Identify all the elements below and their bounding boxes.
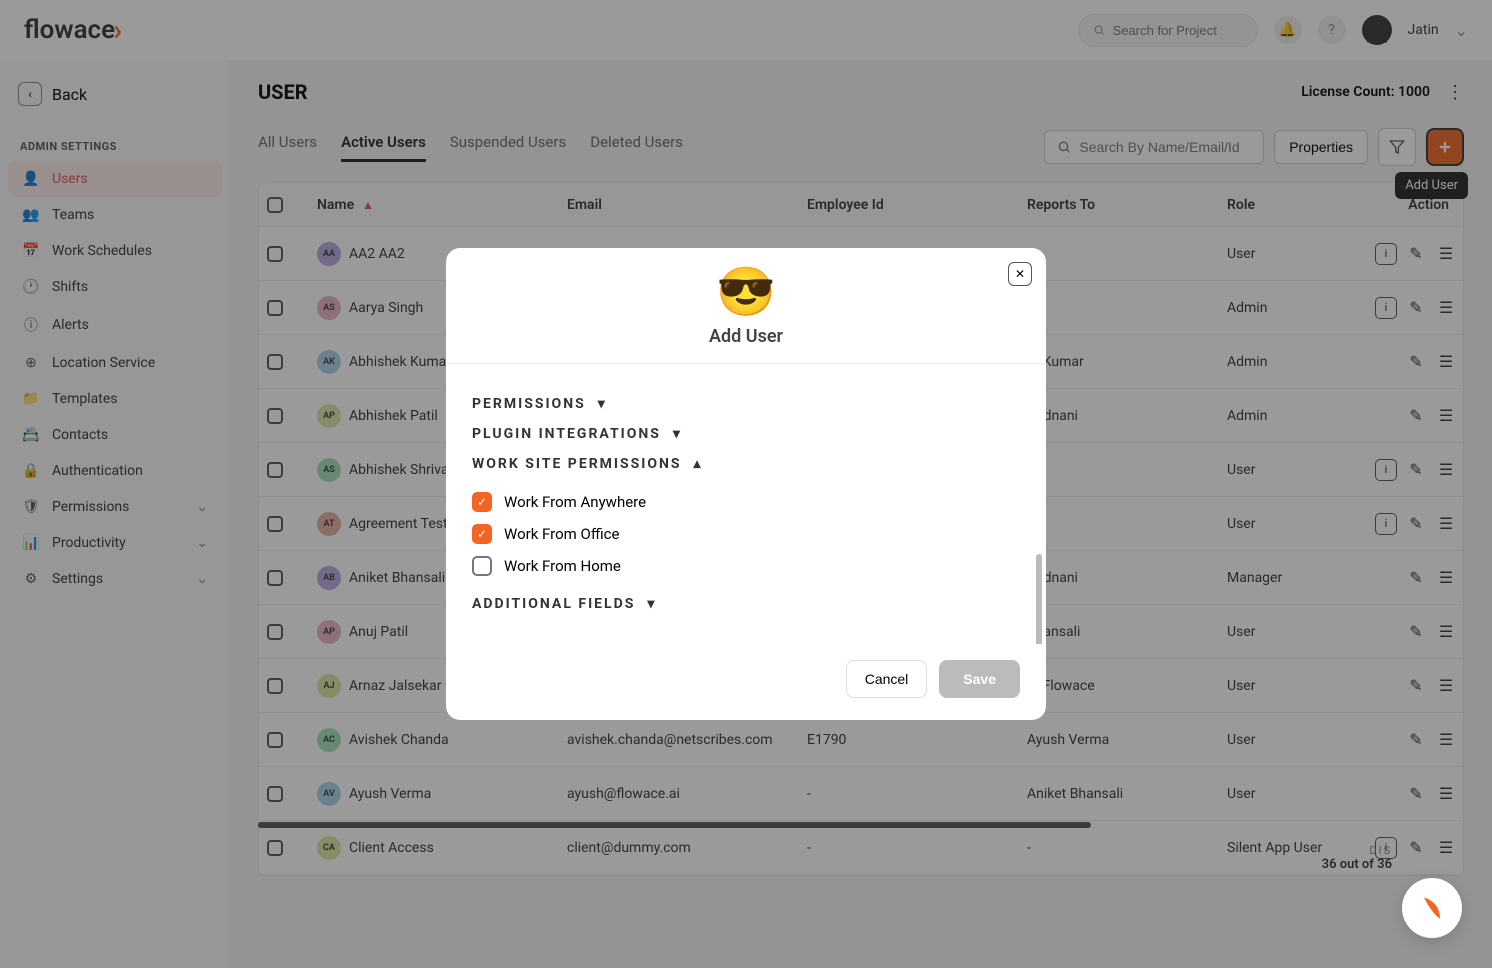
- modal-close-button[interactable]: ✕: [1008, 262, 1032, 286]
- caret-down-icon: ▾: [647, 596, 656, 612]
- caret-up-icon: ▴: [694, 456, 703, 472]
- checkbox-label: Work From Office: [504, 525, 619, 543]
- worksite-option[interactable]: Work From Home: [472, 550, 1020, 582]
- modal-scrollbar[interactable]: [1036, 554, 1042, 644]
- caret-down-icon: ▾: [598, 396, 607, 412]
- worksite-option[interactable]: ✓ Work From Office: [472, 518, 1020, 550]
- modal-overlay: ✕ 😎 Add User PERMISSIONS ▾ PLUGIN INTEGR…: [0, 0, 1492, 968]
- worksite-option[interactable]: ✓ Work From Anywhere: [472, 486, 1020, 518]
- cool-emoji-icon: 😎: [446, 268, 1046, 316]
- modal-title: Add User: [446, 326, 1046, 347]
- section-additional[interactable]: ADDITIONAL FIELDS ▾: [472, 596, 1020, 612]
- section-plugins[interactable]: PLUGIN INTEGRATIONS ▾: [472, 426, 1020, 442]
- section-worksite[interactable]: WORK SITE PERMISSIONS ▴: [472, 456, 1020, 472]
- section-permissions[interactable]: PERMISSIONS ▾: [472, 396, 1020, 412]
- caret-down-icon: ▾: [673, 426, 682, 442]
- save-button[interactable]: Save: [939, 660, 1020, 698]
- checkbox[interactable]: [472, 556, 492, 576]
- checkbox[interactable]: ✓: [472, 492, 492, 512]
- checkbox-label: Work From Anywhere: [504, 493, 646, 511]
- chat-widget[interactable]: [1402, 878, 1462, 938]
- cancel-button[interactable]: Cancel: [846, 660, 928, 698]
- add-user-modal: ✕ 😎 Add User PERMISSIONS ▾ PLUGIN INTEGR…: [446, 248, 1046, 720]
- checkbox[interactable]: ✓: [472, 524, 492, 544]
- checkbox-label: Work From Home: [504, 557, 621, 575]
- flowace-icon: [1416, 892, 1448, 924]
